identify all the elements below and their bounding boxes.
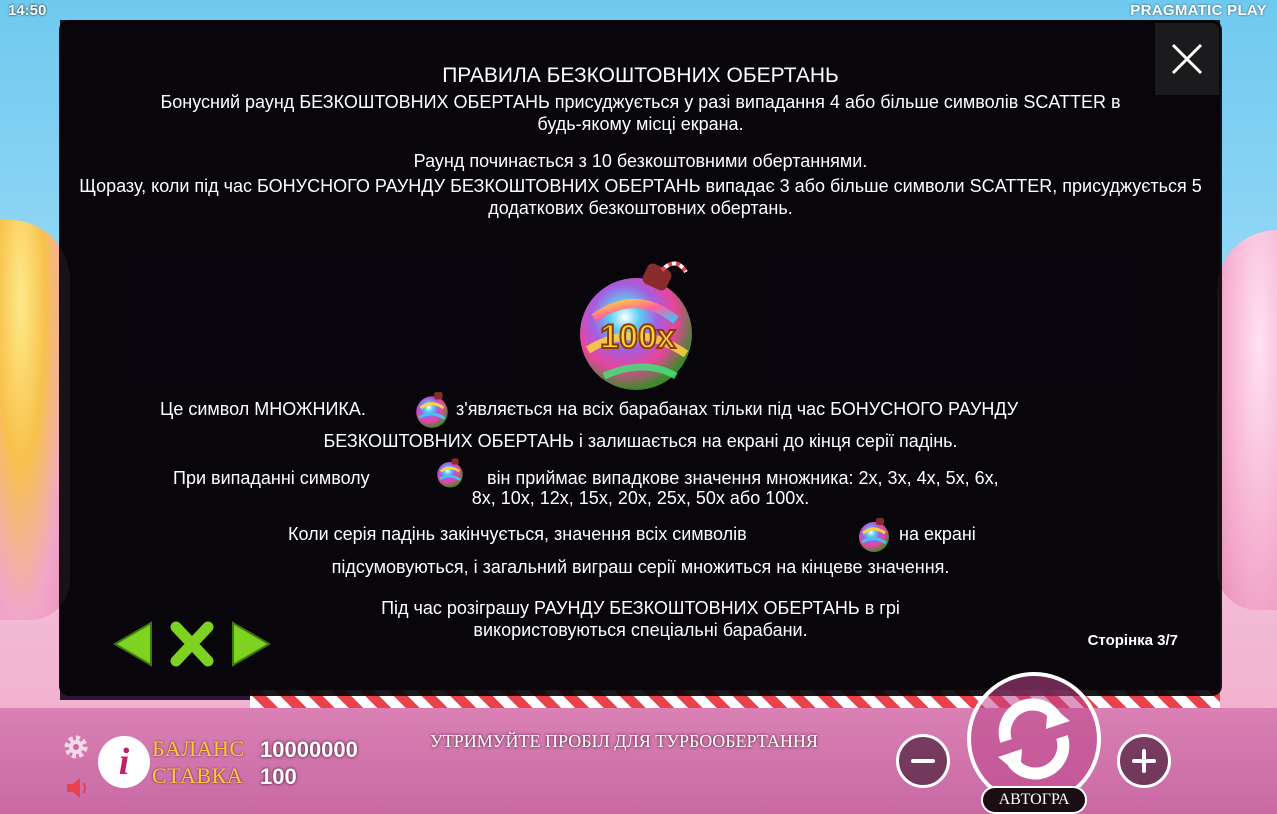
arrow-right-icon xyxy=(232,621,271,667)
scatter-trigger-text: Бонусний раунд БЕЗКОШТОВНИХ ОБЕРТАНЬ при… xyxy=(160,92,1121,134)
modal-title: ПРАВИЛА БЕЗКОШТОВНИХ ОБЕРТАНЬ xyxy=(442,64,839,87)
free-spins-count-text: Раунд починається з 10 безкоштовними обе… xyxy=(413,151,868,171)
next-page-button[interactable] xyxy=(229,620,273,668)
retrigger-text: Щоразу, коли під час БОНУСНОГО РАУНДУ БЕ… xyxy=(79,176,1202,218)
balance-label: БАЛАНС xyxy=(152,736,245,761)
close-x-icon xyxy=(170,621,214,667)
multiplier-bomb-icon-small xyxy=(859,518,889,552)
bet-label: СТАВКА xyxy=(152,763,244,788)
multiplier-values-text-2: 8x, 10x, 12x, 15x, 20x, 25x, 50x або 100… xyxy=(471,488,810,508)
total-win-text: підсумовуються, і загальний виграш серії… xyxy=(331,557,950,577)
multiplier-bomb-icon-small xyxy=(416,392,448,428)
cascade-end-text: Коли серія падінь закінчується, значення… xyxy=(288,524,747,544)
multiplier-persist-text: БЕЗКОШТОВНИХ ОБЕРТАНЬ і залишається на е… xyxy=(323,431,958,451)
turbo-spin-hint: УТРИМУЙТЕ ПРОБІЛ ДЛЯ ТУРБООБЕРТАННЯ xyxy=(430,731,818,751)
gear-icon[interactable] xyxy=(62,733,90,761)
clock: 14:50 xyxy=(8,2,47,19)
multiplier-bomb-icon-small xyxy=(437,458,463,488)
decrease-bet-button[interactable] xyxy=(896,734,950,788)
page-indicator: Сторінка 3/7 xyxy=(1087,632,1178,649)
close-rules-button[interactable] xyxy=(167,620,217,668)
balance-value: 10000000 xyxy=(260,737,358,762)
multiplier-intro-text: Це символ МНОЖНИКА. xyxy=(160,399,366,419)
brand-logo: PRAGMATIC PLAY xyxy=(1130,2,1267,19)
multiplier-appears-text: з'являється на всіх барабанах тільки під… xyxy=(456,399,1019,419)
spin-icon xyxy=(998,698,1070,780)
special-reels-text: Під час розіграшу РАУНДУ БЕЗКОШТОВНИХ ОБ… xyxy=(381,598,900,640)
candy-scenery-right xyxy=(1217,230,1277,610)
info-button[interactable]: i xyxy=(98,736,150,788)
multiplier-bomb-icon: 100x xyxy=(580,261,692,390)
sound-icon[interactable] xyxy=(64,774,92,802)
arrow-left-icon xyxy=(113,621,152,667)
increase-bet-button[interactable] xyxy=(1117,734,1171,788)
bet-value: 100 xyxy=(260,764,297,789)
multiplier-value-label: 100x xyxy=(600,318,676,356)
minus-icon xyxy=(911,759,935,763)
cascade-end-text-2: на екрані xyxy=(899,524,976,544)
info-icon: i xyxy=(118,741,130,783)
multiplier-values-text: він приймає випадкове значення множника:… xyxy=(487,468,999,488)
rules-modal: ПРАВИЛА БЕЗКОШТОВНИХ ОБЕРТАНЬ Бонусний р… xyxy=(59,20,1222,696)
prev-page-button[interactable] xyxy=(111,620,155,668)
autoplay-button[interactable]: АВТОГРА xyxy=(981,786,1087,814)
plus-icon xyxy=(1132,749,1156,773)
drop-intro-text: При випаданні символу xyxy=(173,468,370,488)
